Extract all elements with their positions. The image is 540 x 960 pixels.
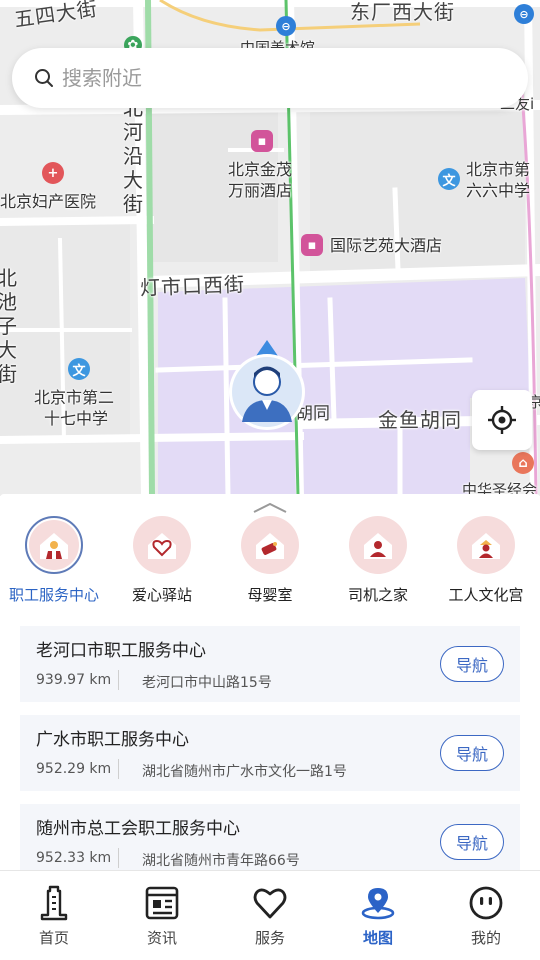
tab-service[interactable]: 服务 [216, 871, 324, 960]
street-label-beichizi: 北池子大街 [0, 266, 17, 386]
poi-name-27-2[interactable]: 十七中学 [44, 409, 108, 429]
category-row: 职工服务中心 爱心驿站 母婴室 司机之家 工人文化宫 [0, 516, 540, 606]
bottom-sheet: 职工服务中心 爱心驿站 母婴室 司机之家 工人文化宫 老河口市职工服务中心 93… [0, 494, 540, 880]
driver-home-icon [349, 516, 407, 574]
category-label: 爱心驿站 [131, 586, 192, 604]
result-card[interactable]: 广水市职工服务中心 952.29 km 湖北省随州市广水市文化一路1号 导航 [20, 715, 520, 791]
locate-me-button[interactable] [472, 390, 532, 450]
bottom-tab-bar: 首页 资讯 服务 地图 我的 [0, 870, 540, 960]
search-input[interactable] [62, 66, 482, 90]
result-title: 随州市总工会职工服务中心 [36, 819, 240, 839]
poi-name-jinmao-2[interactable]: 万丽酒店 [228, 181, 292, 201]
result-address: 老河口市中山路15号 [142, 675, 272, 691]
tab-home[interactable]: 首页 [0, 871, 108, 960]
result-address: 湖北省随州市青年路66号 [142, 853, 300, 869]
divider [118, 759, 119, 779]
category-nursing-room[interactable]: 母婴室 [216, 516, 324, 605]
street-label-dengshikou: 灯市口西街 [139, 272, 246, 300]
category-driver-home[interactable]: 司机之家 [324, 516, 432, 605]
street-label-beiheyan: 北河沿大街 [123, 96, 143, 216]
result-title: 广水市职工服务中心 [36, 730, 189, 750]
divider [118, 670, 119, 690]
school-icon[interactable]: 文 [438, 168, 460, 190]
tab-label: 资讯 [146, 929, 177, 947]
hotel-icon[interactable]: ▪ [251, 130, 273, 152]
cultural-palace-icon [457, 516, 515, 574]
result-distance: 939.97 km [36, 672, 112, 688]
result-distance: 952.29 km [36, 761, 112, 777]
map-view[interactable]: 五四大街 东厂西大街 中国美术馆 灯市口西街 金鱼胡同 胡同 北河沿大街 北池子… [0, 0, 540, 496]
tab-mine[interactable]: 我的 [432, 871, 540, 960]
category-label: 母婴室 [247, 586, 293, 604]
navigate-button[interactable]: 导航 [440, 824, 504, 860]
poi-name-guoji[interactable]: 国际艺苑大酒店 [330, 236, 442, 256]
tab-label: 我的 [470, 929, 501, 947]
poi-name-27-1[interactable]: 北京市第二 [34, 388, 114, 408]
category-label: 职工服务中心 [8, 586, 99, 604]
poi-name-fuchan[interactable]: 北京妇产医院 [0, 192, 96, 212]
smiley-icon [469, 886, 503, 920]
search-bar[interactable] [12, 48, 528, 108]
category-worker-service[interactable]: 职工服务中心 [0, 516, 108, 605]
category-label: 工人文化宫 [448, 586, 524, 604]
result-card[interactable]: 随州市总工会职工服务中心 952.33 km 湖北省随州市青年路66号 导航 [20, 804, 520, 880]
navigate-button[interactable]: 导航 [440, 646, 504, 682]
street-label-jinyu: 金鱼胡同 [378, 408, 462, 432]
tab-label: 地图 [362, 929, 393, 947]
crosshair-icon [488, 406, 516, 434]
subway-icon[interactable]: ⊖ [276, 16, 296, 36]
love-station-icon [133, 516, 191, 574]
user-location-marker[interactable] [228, 340, 306, 432]
school-icon[interactable]: 文 [68, 358, 90, 380]
map-pin-icon [361, 888, 395, 920]
result-distance: 952.33 km [36, 850, 112, 866]
result-title: 老河口市职工服务中心 [36, 641, 206, 661]
news-icon [145, 886, 179, 920]
tab-label: 服务 [254, 929, 285, 947]
subway-icon[interactable]: ⊖ [514, 4, 534, 24]
poi-name-66-2[interactable]: 六六中学 [466, 181, 530, 201]
result-card[interactable]: 老河口市职工服务中心 939.97 km 老河口市中山路15号 导航 [20, 626, 520, 702]
tab-label: 首页 [38, 929, 69, 947]
shop-icon[interactable]: ⌂ [512, 452, 534, 474]
navigate-button[interactable]: 导航 [440, 735, 504, 771]
worker-service-icon [25, 516, 83, 574]
nursing-room-icon [241, 516, 299, 574]
tab-map[interactable]: 地图 [324, 871, 432, 960]
tab-news[interactable]: 资讯 [108, 871, 216, 960]
category-workers-cultural-palace[interactable]: 工人文化宫 [432, 516, 540, 605]
street-label-dongchang: 东厂西大街 [350, 0, 455, 24]
category-label: 司机之家 [347, 586, 408, 604]
category-love-station[interactable]: 爱心驿站 [108, 516, 216, 605]
chevron-up-icon[interactable] [250, 500, 290, 514]
heart-icon [253, 888, 287, 919]
hotel-icon[interactable]: ▪ [301, 234, 323, 256]
hospital-icon[interactable]: + [42, 162, 64, 184]
result-address: 湖北省随州市广水市文化一路1号 [142, 764, 347, 780]
poi-name-66-1[interactable]: 北京市第 [466, 160, 530, 180]
divider [118, 848, 119, 868]
home-tower-icon [40, 885, 68, 921]
poi-name-jinmao-1[interactable]: 北京金茂 [228, 160, 292, 180]
search-icon [35, 69, 53, 87]
